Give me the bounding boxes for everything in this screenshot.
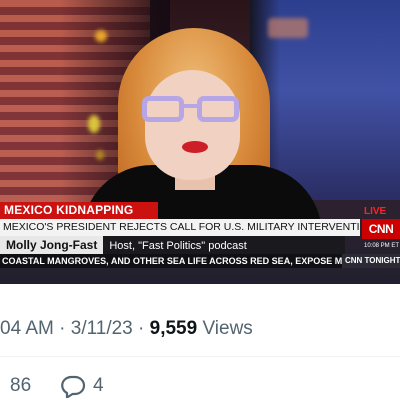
glasses-lens bbox=[142, 96, 184, 122]
meta-separator: · bbox=[138, 318, 145, 339]
reply-count[interactable]: 4 bbox=[93, 372, 104, 400]
cnn-logo: CNN bbox=[362, 219, 400, 239]
meta-separator: · bbox=[59, 318, 66, 339]
tweet-meta-line: 04 AM · 3/11/23 · 9,559 Views bbox=[0, 316, 400, 342]
studio-light bbox=[268, 18, 308, 38]
glasses-lens bbox=[197, 96, 239, 122]
guest-face bbox=[145, 70, 240, 180]
studio-light bbox=[96, 150, 104, 160]
ticker-show-name: CNN TONIGHT bbox=[342, 254, 400, 268]
views-count[interactable]: 9,559 bbox=[150, 318, 198, 339]
tweet-stats-row: 86 4 bbox=[0, 372, 400, 400]
guest-glasses bbox=[142, 96, 239, 124]
broadcast-clock: 10:08 PM ET bbox=[364, 243, 400, 249]
chyron-name-row: Molly Jong-Fast Host, "Fast Politics" pod… bbox=[0, 236, 345, 254]
studio-light bbox=[95, 30, 107, 42]
tweet-media-image[interactable]: MEXICO KIDNAPPING MEXICO'S PRESIDENT REJ… bbox=[0, 0, 400, 284]
studio-light bbox=[88, 115, 100, 133]
chyron-category-tag: MEXICO KIDNAPPING bbox=[0, 202, 158, 219]
speech-bubble-icon[interactable] bbox=[60, 374, 86, 398]
chyron-headline: MEXICO'S PRESIDENT REJECTS CALL FOR U.S.… bbox=[0, 219, 360, 236]
chyron-guest-name: Molly Jong-Fast bbox=[0, 236, 104, 254]
tweet-date[interactable]: 3/11/23 bbox=[71, 318, 133, 339]
guest-lips bbox=[182, 141, 208, 153]
tweet-time[interactable]: 04 AM bbox=[0, 318, 54, 339]
live-indicator: LIVE bbox=[364, 206, 387, 217]
divider bbox=[0, 356, 400, 357]
chyron-guest-role: Host, "Fast Politics" podcast bbox=[109, 240, 247, 252]
chyron-ticker: COASTAL MANGROVES, AND OTHER SEA LIFE AC… bbox=[0, 254, 360, 268]
retweet-count[interactable]: 86 bbox=[10, 372, 31, 400]
views-label[interactable]: Views bbox=[202, 318, 252, 339]
